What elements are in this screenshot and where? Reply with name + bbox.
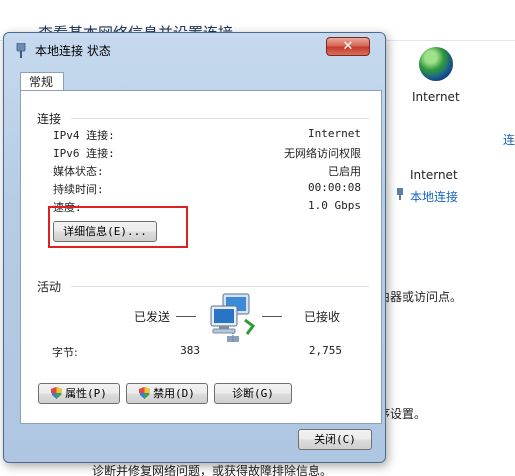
ipv6-label: IPv6 连接: bbox=[53, 147, 115, 160]
close-window-button[interactable]: ✕ bbox=[326, 37, 370, 56]
general-panel: 连接 IPv4 连接: Internet IPv6 连接: 无网络访问权限 媒体… bbox=[20, 90, 382, 424]
properties-button[interactable]: 属性(P) bbox=[38, 383, 120, 404]
sent-dash bbox=[176, 316, 196, 317]
ipv4-label: IPv4 连接: bbox=[53, 129, 115, 142]
received-label: 已接收 bbox=[304, 310, 341, 324]
bytes-sent-value: 383 bbox=[180, 344, 200, 357]
disable-button-label: 禁用(D) bbox=[153, 387, 195, 400]
internet-label: Internet bbox=[412, 90, 460, 104]
sent-label: 已发送 bbox=[134, 310, 171, 324]
highlight-box bbox=[48, 206, 188, 248]
background-text: 诊断并修复网络问题，或获得故障排除信息。 bbox=[92, 464, 333, 476]
tab-general[interactable]: 常规 bbox=[20, 72, 64, 92]
activity-section-label: 活动 bbox=[37, 280, 62, 294]
internet-globe-icon bbox=[419, 47, 453, 81]
ipv6-value: 无网络访问权限 bbox=[284, 147, 361, 160]
speed-value: 1.0 Gbps bbox=[308, 199, 361, 212]
close-button[interactable]: 关闭(C) bbox=[298, 429, 372, 450]
ipv4-value: Internet bbox=[308, 127, 361, 140]
uac-shield-icon bbox=[51, 387, 63, 399]
local-connection-link[interactable]: 本地连接 bbox=[410, 188, 458, 205]
duration-value: 00:00:08 bbox=[308, 181, 361, 194]
connection-section-label: 连接 bbox=[37, 112, 62, 126]
received-dash bbox=[262, 316, 282, 317]
bytes-label: 字节: bbox=[52, 346, 78, 359]
uac-shield-icon bbox=[139, 387, 151, 399]
media-state-label: 媒体状态: bbox=[53, 165, 104, 178]
tab-bar: 常规 bbox=[16, 68, 382, 92]
network-connection-icon bbox=[397, 188, 403, 200]
link-fragment[interactable]: 连 bbox=[503, 131, 515, 148]
background-text: 由器或访问点。 bbox=[378, 290, 463, 304]
duration-label: 持续时间: bbox=[53, 183, 104, 196]
diagnose-button[interactable]: 诊断(G) bbox=[214, 383, 292, 404]
dialog-title: 本地连接 状态 bbox=[35, 44, 111, 58]
bytes-received-value: 2,755 bbox=[308, 344, 342, 357]
disable-button[interactable]: 禁用(D) bbox=[126, 383, 208, 404]
media-state-value: 已启用 bbox=[328, 165, 361, 178]
network-computers-icon bbox=[210, 293, 256, 342]
network-adapter-icon bbox=[16, 43, 26, 58]
access-type-value: Internet bbox=[410, 168, 458, 182]
properties-button-label: 属性(P) bbox=[65, 387, 107, 400]
section-divider bbox=[71, 286, 369, 287]
section-divider bbox=[71, 118, 369, 119]
